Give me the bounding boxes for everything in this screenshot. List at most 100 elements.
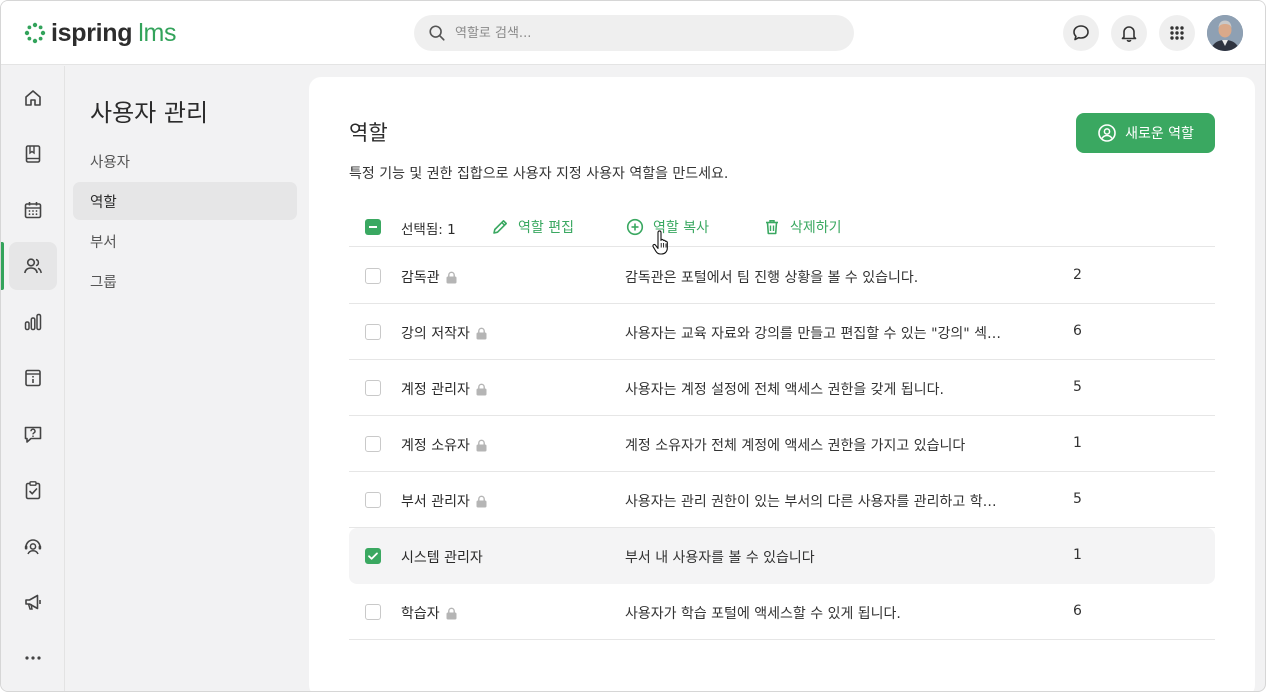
subnav-item-groups[interactable]: 그룹 (73, 262, 297, 300)
role-description: 사용자는 계정 설정에 전체 액세스 권한을 갖게 됩니다. (625, 382, 944, 398)
table-row[interactable]: 학습자 사용자가 학습 포털에 액세스할 수 있게 됩니다. 6 (349, 584, 1215, 640)
subnav-item-users[interactable]: 사용자 (73, 142, 297, 180)
section-title: 사용자 관리 (90, 99, 209, 127)
role-name: 강의 저작자 (401, 326, 470, 342)
delete-label: 삭제하기 (790, 220, 842, 236)
logo[interactable]: ispring lms (23, 17, 177, 49)
rail-questions[interactable] (9, 410, 57, 458)
table-row[interactable]: 감독관 감독관은 포털에서 팀 진행 상황을 볼 수 있습니다. 2 (349, 248, 1215, 304)
role-user-count: 5 (1073, 379, 1082, 395)
clipboard-check-icon (25, 481, 41, 500)
rail-announcements[interactable] (9, 578, 57, 626)
rail-info[interactable] (9, 354, 57, 402)
home-icon (25, 90, 41, 106)
book-icon (25, 145, 41, 163)
user-circle-icon (1098, 124, 1116, 142)
selection-toolbar: 선택됨: 1 역할 편집 역할 복사 삭제하기 (349, 207, 1215, 247)
role-description: 사용자가 학습 포털에 액세스할 수 있게 됩니다. (625, 606, 901, 622)
icon-rail (1, 66, 65, 691)
role-name: 계정 관리자 (401, 382, 470, 398)
rail-assignments[interactable] (9, 466, 57, 514)
row-checkbox[interactable] (365, 604, 381, 620)
notifications-button[interactable] (1111, 15, 1147, 51)
row-checkbox[interactable] (365, 380, 381, 396)
page-title: 역할 (349, 121, 388, 145)
search-icon (429, 25, 445, 41)
role-name: 부서 관리자 (401, 494, 470, 510)
table-row[interactable]: 부서 관리자 사용자는 관리 권한이 있는 부서의 다른 사용자를 관리하고 학… (349, 472, 1215, 528)
page-description: 특정 기능 및 권한 집합으로 사용자 지정 사용자 역할을 만드세요. (349, 166, 729, 182)
subnav-item-roles[interactable]: 역할 (73, 182, 297, 220)
bell-icon (1121, 26, 1137, 42)
table-row[interactable]: 강의 저작자 사용자는 교육 자료와 강의를 만들고 편집할 수 있는 "강의"… (349, 304, 1215, 360)
rail-more[interactable] (9, 634, 57, 682)
user-management-nav: 사용자 관리 사용자 역할 부서 그룹 (66, 66, 309, 691)
avatar-photo-icon (1207, 15, 1243, 51)
delete-button[interactable]: 삭제하기 (763, 215, 842, 239)
plus-circle-icon (626, 218, 644, 236)
table-row[interactable]: 계정 소유자 계정 소유자가 전체 계정에 액세스 권한을 가지고 있습니다 1 (349, 416, 1215, 472)
role-name: 학습자 (401, 606, 440, 622)
chart-icon (24, 313, 42, 331)
role-user-count: 5 (1073, 491, 1082, 507)
rail-calendar[interactable] (9, 186, 57, 234)
rail-courses[interactable] (9, 130, 57, 178)
chat-button[interactable] (1063, 15, 1099, 51)
role-name-cell: 부서 관리자 (401, 491, 487, 511)
top-bar: ispring lms (1, 1, 1265, 65)
lock-icon (476, 383, 487, 395)
trash-icon (766, 220, 778, 235)
question-icon (24, 426, 42, 443)
chat-icon (1073, 25, 1089, 41)
role-description: 사용자는 관리 권한이 있는 부서의 다른 사용자를 관리하고 학… (625, 494, 997, 510)
search-box (414, 15, 854, 51)
role-name: 계정 소유자 (401, 438, 470, 454)
role-description: 계정 소유자가 전체 계정에 액세스 권한을 가지고 있습니다 (625, 438, 966, 454)
role-description: 부서 내 사용자를 볼 수 있습니다 (625, 550, 815, 566)
edit-role-label: 역할 편집 (518, 220, 574, 236)
role-user-count: 2 (1073, 267, 1082, 283)
rail-users[interactable] (9, 242, 57, 290)
row-checkbox[interactable] (365, 548, 381, 564)
row-checkbox[interactable] (365, 324, 381, 340)
row-checkbox[interactable] (365, 268, 381, 284)
search-input[interactable] (455, 25, 835, 41)
role-description: 감독관은 포털에서 팀 진행 상황을 볼 수 있습니다. (625, 270, 919, 286)
active-indicator (1, 242, 4, 290)
subnav-item-departments[interactable]: 부서 (73, 222, 297, 260)
role-name-cell: 시스템 관리자 (401, 547, 483, 567)
subnav-item-label: 역할 (90, 194, 117, 211)
info-icon (25, 369, 41, 387)
checkmark-icon (368, 552, 378, 560)
role-name-cell: 강의 저작자 (401, 323, 487, 343)
rail-home[interactable] (9, 74, 57, 122)
apps-grid-icon (1170, 26, 1184, 40)
minus-icon (369, 226, 377, 228)
lock-icon (476, 327, 487, 339)
user-avatar[interactable] (1207, 15, 1243, 51)
hand-cursor-icon (652, 230, 668, 255)
selected-count: 선택됨: 1 (401, 222, 456, 238)
table-row[interactable]: 시스템 관리자 부서 내 사용자를 볼 수 있습니다 1 (349, 528, 1215, 584)
roles-panel: 역할 특정 기능 및 권한 집합으로 사용자 지정 사용자 역할을 만드세요. … (309, 77, 1255, 691)
role-description: 사용자는 교육 자료와 강의를 만들고 편집할 수 있는 "강의" 섹… (625, 326, 1002, 342)
table-row[interactable]: 계정 관리자 사용자는 계정 설정에 전체 액세스 권한을 갖게 됩니다. 5 (349, 360, 1215, 416)
users-icon (24, 258, 42, 274)
app-window: ispring lms 역할로 검색... 사용자 관리 사용자 역할 부서 그… (0, 0, 1266, 692)
new-role-button[interactable]: 새로운 역할 (1076, 113, 1215, 153)
rail-reports[interactable] (9, 298, 57, 346)
select-all-checkbox[interactable] (365, 219, 381, 235)
ispring-logo-icon (24, 22, 46, 44)
row-checkbox[interactable] (365, 436, 381, 452)
role-name-cell: 감독관 (401, 267, 457, 287)
apps-button[interactable] (1159, 15, 1195, 51)
lock-icon (476, 439, 487, 451)
edit-role-button[interactable]: 역할 편집 (491, 215, 574, 239)
role-name: 시스템 관리자 (401, 550, 483, 566)
support-agent-icon (24, 539, 42, 555)
role-name-cell: 계정 소유자 (401, 435, 487, 455)
calendar-icon (24, 202, 42, 219)
logo-subtext: lms (138, 18, 177, 47)
row-checkbox[interactable] (365, 492, 381, 508)
rail-support[interactable] (9, 522, 57, 570)
